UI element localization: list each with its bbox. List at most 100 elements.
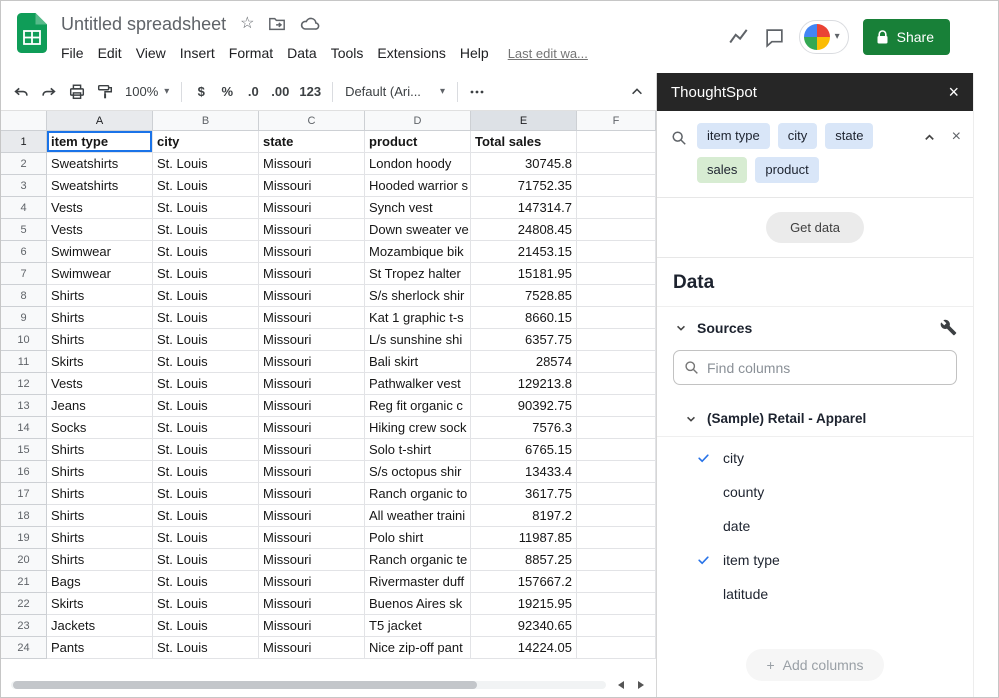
cell-D22[interactable]: Buenos Aires sk xyxy=(365,593,471,615)
cell-F18[interactable] xyxy=(577,505,656,527)
cell-B4[interactable]: St. Louis xyxy=(153,197,259,219)
cell-D1[interactable]: product xyxy=(365,131,471,153)
star-icon[interactable]: ☆ xyxy=(240,16,254,32)
menu-insert[interactable]: Insert xyxy=(173,40,222,66)
cell-D4[interactable]: Synch vest xyxy=(365,197,471,219)
row-header-3[interactable]: 3 xyxy=(1,175,47,197)
search-token-sales[interactable]: sales xyxy=(697,157,747,183)
row-header-4[interactable]: 4 xyxy=(1,197,47,219)
cell-F20[interactable] xyxy=(577,549,656,571)
cell-B15[interactable]: St. Louis xyxy=(153,439,259,461)
cell-A17[interactable]: Shirts xyxy=(47,483,153,505)
cell-A22[interactable]: Skirts xyxy=(47,593,153,615)
cell-E14[interactable]: 7576.3 xyxy=(471,417,577,439)
document-title[interactable]: Untitled spreadsheet xyxy=(61,14,226,35)
percent-format-button[interactable]: % xyxy=(214,79,240,105)
cell-C7[interactable]: Missouri xyxy=(259,263,365,285)
source-column-county[interactable]: county xyxy=(657,475,973,509)
sources-header[interactable]: Sources xyxy=(657,307,973,346)
cell-E16[interactable]: 13433.4 xyxy=(471,461,577,483)
cell-F11[interactable] xyxy=(577,351,656,373)
cell-D11[interactable]: Bali skirt xyxy=(365,351,471,373)
cell-B10[interactable]: St. Louis xyxy=(153,329,259,351)
row-header-5[interactable]: 5 xyxy=(1,219,47,241)
cell-E5[interactable]: 24808.45 xyxy=(471,219,577,241)
cell-C20[interactable]: Missouri xyxy=(259,549,365,571)
source-column-item-type[interactable]: item type xyxy=(657,543,973,577)
cell-B5[interactable]: St. Louis xyxy=(153,219,259,241)
cell-A5[interactable]: Vests xyxy=(47,219,153,241)
row-header-23[interactable]: 23 xyxy=(1,615,47,637)
cell-D6[interactable]: Mozambique bik xyxy=(365,241,471,263)
cell-B8[interactable]: St. Louis xyxy=(153,285,259,307)
decrease-decimal-button[interactable]: .0 xyxy=(240,79,266,105)
cell-A20[interactable]: Shirts xyxy=(47,549,153,571)
cell-C18[interactable]: Missouri xyxy=(259,505,365,527)
cell-F14[interactable] xyxy=(577,417,656,439)
font-select[interactable]: Default (Ari... ▾ xyxy=(339,79,451,105)
row-header-24[interactable]: 24 xyxy=(1,637,47,659)
cell-E19[interactable]: 11987.85 xyxy=(471,527,577,549)
menu-data[interactable]: Data xyxy=(280,40,324,66)
cell-F7[interactable] xyxy=(577,263,656,285)
cell-A4[interactable]: Vests xyxy=(47,197,153,219)
cell-B13[interactable]: St. Louis xyxy=(153,395,259,417)
cell-B12[interactable]: St. Louis xyxy=(153,373,259,395)
menu-help[interactable]: Help xyxy=(453,40,496,66)
cell-A16[interactable]: Shirts xyxy=(47,461,153,483)
cell-F6[interactable] xyxy=(577,241,656,263)
cell-E10[interactable]: 6357.75 xyxy=(471,329,577,351)
cell-C11[interactable]: Missouri xyxy=(259,351,365,373)
cell-C21[interactable]: Missouri xyxy=(259,571,365,593)
search-token-item-type[interactable]: item type xyxy=(697,123,770,149)
get-data-button[interactable]: Get data xyxy=(766,212,864,243)
cell-D15[interactable]: Solo t-shirt xyxy=(365,439,471,461)
cell-D10[interactable]: L/s sunshine shi xyxy=(365,329,471,351)
cell-D13[interactable]: Reg fit organic c xyxy=(365,395,471,417)
cell-C4[interactable]: Missouri xyxy=(259,197,365,219)
cell-E4[interactable]: 147314.7 xyxy=(471,197,577,219)
menu-file[interactable]: File xyxy=(54,40,91,66)
sheets-logo[interactable] xyxy=(17,13,47,53)
cell-C8[interactable]: Missouri xyxy=(259,285,365,307)
cell-B23[interactable]: St. Louis xyxy=(153,615,259,637)
cell-A21[interactable]: Bags xyxy=(47,571,153,593)
cell-B16[interactable]: St. Louis xyxy=(153,461,259,483)
wrench-icon[interactable] xyxy=(940,319,957,336)
col-header-C[interactable]: C xyxy=(259,111,365,131)
row-header-11[interactable]: 11 xyxy=(1,351,47,373)
cell-E3[interactable]: 71752.35 xyxy=(471,175,577,197)
scrollbar-thumb[interactable] xyxy=(13,681,477,689)
source-column-city[interactable]: city xyxy=(657,441,973,475)
cell-E24[interactable]: 14224.05 xyxy=(471,637,577,659)
row-header-18[interactable]: 18 xyxy=(1,505,47,527)
add-columns-button[interactable]: + Add columns xyxy=(746,649,883,681)
source-group-header[interactable]: (Sample) Retail - Apparel xyxy=(657,401,973,437)
print-button[interactable] xyxy=(63,79,91,105)
cell-D21[interactable]: Rivermaster duff xyxy=(365,571,471,593)
row-header-10[interactable]: 10 xyxy=(1,329,47,351)
col-header-A[interactable]: A xyxy=(47,111,153,131)
comments-icon[interactable] xyxy=(764,27,785,48)
search-token-city[interactable]: city xyxy=(778,123,818,149)
cell-F12[interactable] xyxy=(577,373,656,395)
row-header-22[interactable]: 22 xyxy=(1,593,47,615)
cell-E17[interactable]: 3617.75 xyxy=(471,483,577,505)
cell-D14[interactable]: Hiking crew sock xyxy=(365,417,471,439)
cell-A10[interactable]: Shirts xyxy=(47,329,153,351)
cell-D8[interactable]: S/s sherlock shir xyxy=(365,285,471,307)
cell-C6[interactable]: Missouri xyxy=(259,241,365,263)
cell-A14[interactable]: Socks xyxy=(47,417,153,439)
cell-B18[interactable]: St. Louis xyxy=(153,505,259,527)
row-header-2[interactable]: 2 xyxy=(1,153,47,175)
cell-A23[interactable]: Jackets xyxy=(47,615,153,637)
cell-A15[interactable]: Shirts xyxy=(47,439,153,461)
row-header-8[interactable]: 8 xyxy=(1,285,47,307)
row-header-15[interactable]: 15 xyxy=(1,439,47,461)
cell-C15[interactable]: Missouri xyxy=(259,439,365,461)
redo-button[interactable] xyxy=(35,79,63,105)
cell-F3[interactable] xyxy=(577,175,656,197)
cell-A8[interactable]: Shirts xyxy=(47,285,153,307)
scroll-right-button[interactable] xyxy=(636,680,646,690)
cell-F21[interactable] xyxy=(577,571,656,593)
